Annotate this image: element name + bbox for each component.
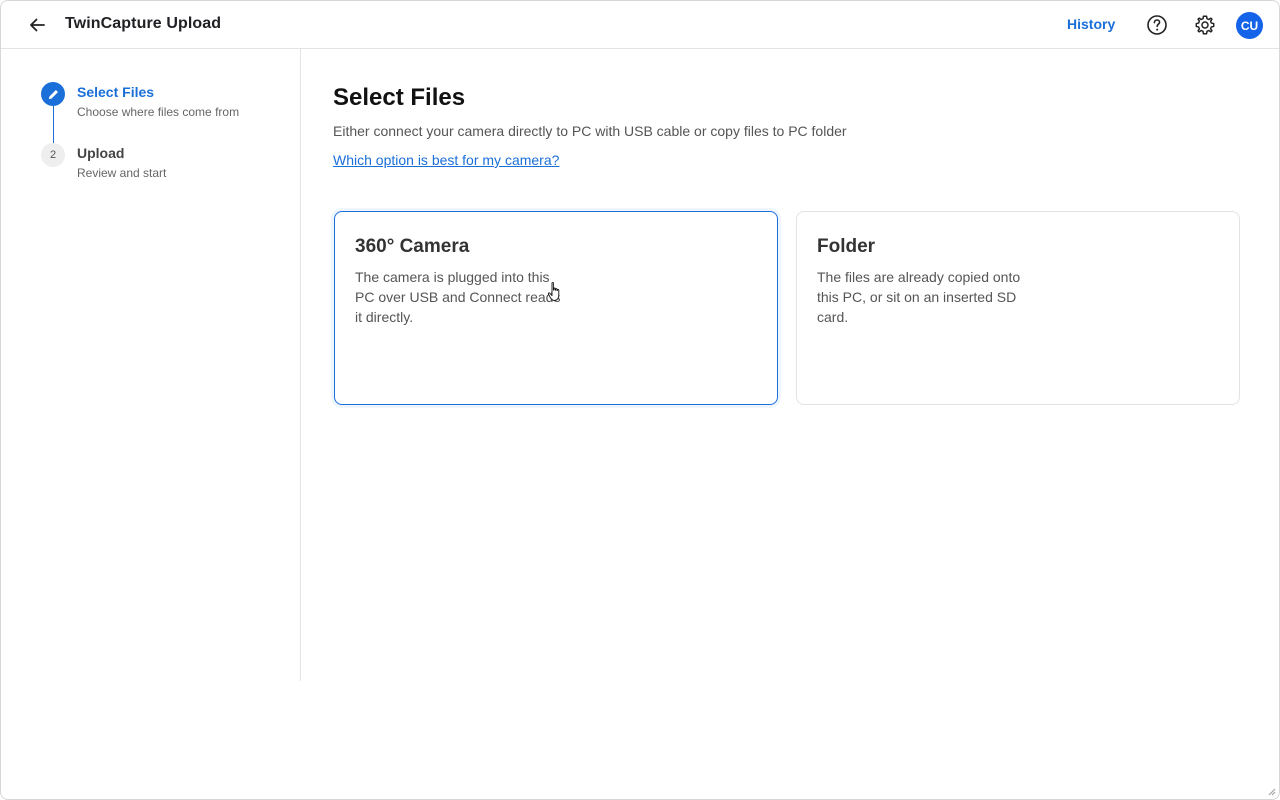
- option-card-description: The files are already copied onto this P…: [817, 269, 1021, 325]
- help-button[interactable]: [1144, 12, 1170, 38]
- back-button[interactable]: [23, 11, 51, 39]
- stepper-connector: [53, 105, 54, 143]
- resize-grip-icon[interactable]: [1266, 786, 1276, 796]
- option-card-title: Folder: [817, 236, 876, 257]
- pencil-icon: [48, 89, 58, 99]
- step-1-indicator: [41, 82, 65, 106]
- step-2-title: Upload: [77, 145, 125, 161]
- page-description: Either connect your camera directly to P…: [333, 123, 847, 139]
- option-card-title: 360° Camera: [355, 236, 470, 257]
- gear-icon: [1195, 15, 1215, 35]
- option-help-link[interactable]: Which option is best for my camera?: [333, 152, 559, 168]
- arrow-left-icon: [30, 18, 45, 32]
- step-2-subtitle: Review and start: [77, 166, 167, 180]
- option-card-folder[interactable]: Folder The files are already copied onto…: [796, 211, 1240, 405]
- option-card-360-camera[interactable]: 360° Camera The camera is plugged into t…: [334, 211, 778, 405]
- page-title: Select Files: [333, 84, 466, 111]
- question-circle-icon: [1147, 15, 1167, 35]
- app-window: TwinCapture Upload History CU Select Fil…: [0, 0, 1280, 800]
- step-1-title: Select Files: [77, 84, 155, 100]
- stepper-sidebar: Select Files Choose where files come fro…: [1, 49, 301, 681]
- option-card-description: The camera is plugged into this PC over …: [355, 269, 561, 325]
- history-link[interactable]: History: [1067, 16, 1115, 32]
- app-header: TwinCapture Upload History CU: [1, 1, 1279, 49]
- app-title: TwinCapture Upload: [65, 15, 222, 32]
- step-1-subtitle: Choose where files come from: [77, 105, 240, 119]
- step-2-indicator: 2: [41, 143, 65, 167]
- user-avatar[interactable]: CU: [1236, 12, 1263, 39]
- settings-button[interactable]: [1192, 12, 1218, 38]
